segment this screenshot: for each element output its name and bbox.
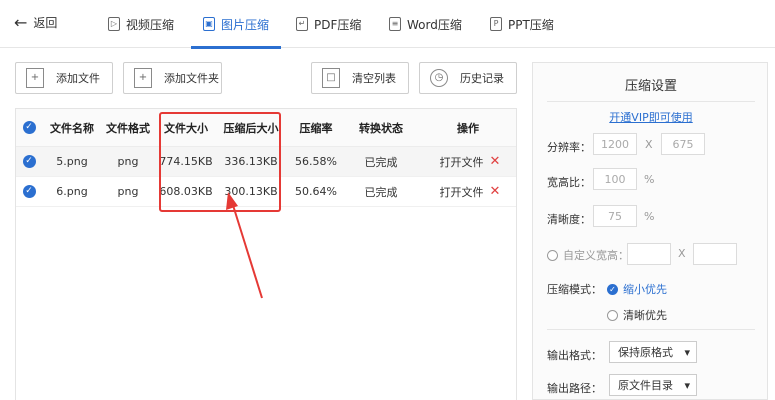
format-label: 输出格式： <box>547 349 602 362</box>
mode-small-label: 缩小优先 <box>623 283 667 296</box>
path-label: 输出路径： <box>547 382 602 395</box>
output-format-value: 保持原格式 <box>618 346 673 359</box>
clarity-label: 清晰度： <box>547 213 591 226</box>
custom-width-input[interactable] <box>627 243 671 265</box>
resolution-height-input[interactable]: 675 <box>661 133 705 155</box>
aspect-label: 宽高比： <box>547 176 591 189</box>
dropdown-icon: ▾ <box>684 378 690 392</box>
radio-icon <box>547 249 558 261</box>
mode-small-radio[interactable]: ✓ 缩小优先 <box>607 281 667 297</box>
output-format-select[interactable]: 保持原格式 ▾ <box>609 341 697 363</box>
output-path-value: 原文件目录 <box>618 379 673 392</box>
clarity-unit: % <box>644 210 655 223</box>
radio-checked-icon: ✓ <box>607 283 618 295</box>
dropdown-icon: ▾ <box>684 345 690 359</box>
radio-icon <box>607 309 618 321</box>
compression-settings-panel: 压缩设置 开通VIP即可使用 分辨率： 1200 X 675 宽高比： 100 … <box>532 62 768 400</box>
aspect-unit: % <box>644 173 655 186</box>
custom-size-radio[interactable]: 自定义宽高： <box>547 247 629 263</box>
divider <box>547 101 755 102</box>
panel-title: 压缩设置 <box>624 79 677 94</box>
resolution-label: 分辨率： <box>547 141 591 154</box>
clarity-input[interactable]: 75 <box>593 205 637 227</box>
divider <box>547 329 755 330</box>
mode-label: 压缩模式： <box>547 283 602 296</box>
output-path-select[interactable]: 原文件目录 ▾ <box>609 374 697 396</box>
custom-size-label: 自定义宽高： <box>563 249 629 262</box>
aspect-ratio-input[interactable]: 100 <box>593 168 637 190</box>
custom-separator: X <box>678 247 686 260</box>
vip-link[interactable]: 开通VIP即可使用 <box>533 109 769 125</box>
mode-clear-label: 清晰优先 <box>623 309 667 322</box>
resolution-separator: X <box>645 138 653 151</box>
mode-clear-radio[interactable]: 清晰优先 <box>607 307 667 323</box>
resolution-width-input[interactable]: 1200 <box>593 133 637 155</box>
custom-height-input[interactable] <box>693 243 737 265</box>
